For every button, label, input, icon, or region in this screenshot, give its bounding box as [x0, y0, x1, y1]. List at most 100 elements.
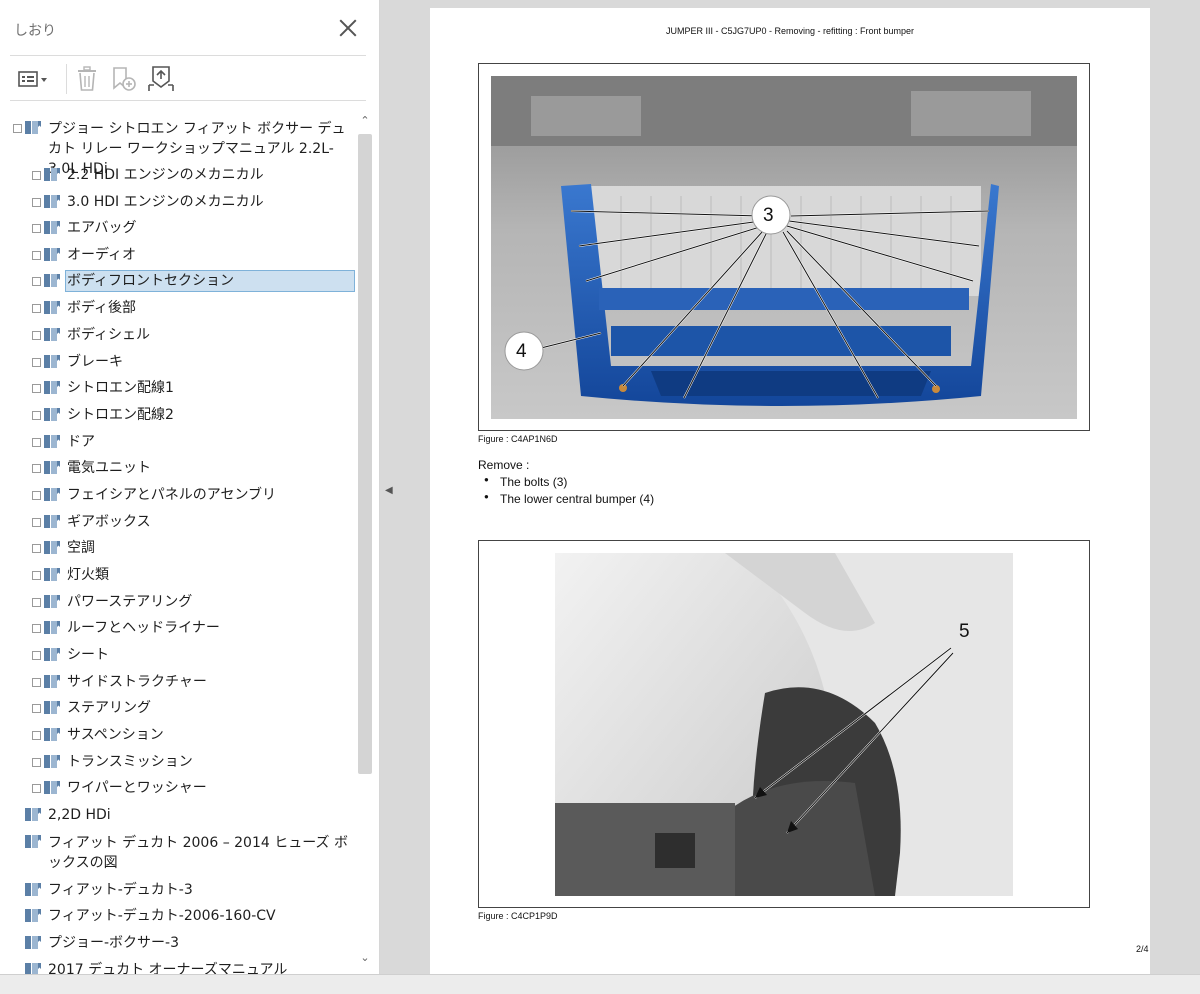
- expander-icon[interactable]: [32, 544, 41, 553]
- bookmark-label: 電気ユニット: [67, 460, 151, 476]
- expander-icon[interactable]: [32, 491, 41, 500]
- trash-icon[interactable]: [72, 62, 102, 96]
- expander-icon[interactable]: [32, 571, 41, 580]
- bookmark-icon: [24, 907, 42, 924]
- bookmark-item[interactable]: サイドストラクチャー: [10, 672, 355, 692]
- scroll-up-icon[interactable]: ⌃: [359, 115, 371, 127]
- expander-icon[interactable]: [32, 331, 41, 340]
- bookmark-item[interactable]: シトロエン配線2: [10, 405, 355, 425]
- expander-icon[interactable]: [32, 384, 41, 393]
- bookmark-item[interactable]: フェイシアとパネルのアセンブリ: [10, 485, 355, 505]
- expander-icon[interactable]: [13, 124, 22, 133]
- bookmark-item[interactable]: エアバッグ: [10, 218, 355, 238]
- expander-icon[interactable]: [32, 438, 41, 447]
- bookmark-icon: [24, 961, 42, 974]
- bookmark-label: フェイシアとパネルのアセンブリ: [67, 487, 277, 503]
- expander-icon[interactable]: [32, 784, 41, 793]
- bookmark-item[interactable]: プジョー-ボクサー-3: [10, 933, 355, 953]
- close-icon[interactable]: [336, 16, 360, 40]
- expander-icon[interactable]: [32, 704, 41, 713]
- bookmark-item[interactable]: フィアット-デュカト-3: [10, 880, 355, 900]
- bookmark-icon: [43, 673, 61, 690]
- expander-icon[interactable]: [32, 251, 41, 260]
- bookmark-icon: [43, 406, 61, 423]
- callout-4: 4: [516, 341, 527, 362]
- bookmark-label: ブレーキ: [67, 354, 123, 370]
- page-header: JUMPER III - C5JG7UP0 - Removing - refit…: [665, 26, 915, 36]
- bookmark-item[interactable]: ステアリング: [10, 698, 355, 718]
- bookmark-item[interactable]: ルーフとヘッドライナー: [10, 618, 355, 638]
- new-bookmark-icon[interactable]: [108, 62, 140, 96]
- bookmark-item[interactable]: 3.0 HDI エンジンのメカニカル: [10, 192, 355, 212]
- bookmark-item[interactable]: パワーステアリング: [10, 592, 355, 612]
- figure-2-photo: 5: [555, 553, 1013, 896]
- expander-icon[interactable]: [32, 758, 41, 767]
- bookmark-icon: [43, 566, 61, 583]
- expander-icon[interactable]: [32, 358, 41, 367]
- bookmark-item[interactable]: ギアボックス: [10, 512, 355, 532]
- bookmark-item[interactable]: フィアット デュカト 2006 – 2014 ヒューズ ボックスの図: [10, 832, 355, 874]
- bookmark-icon: [43, 779, 61, 796]
- expander-icon[interactable]: [32, 171, 41, 180]
- expander-icon[interactable]: [32, 598, 41, 607]
- bookmark-item[interactable]: シトロエン配線1: [10, 378, 355, 398]
- expander-icon[interactable]: [32, 411, 41, 420]
- bookmark-item[interactable]: ドア: [10, 432, 355, 452]
- bookmark-item[interactable]: プジョー シトロエン フィアット ボクサー デュカト リレー ワークショップマニ…: [10, 118, 355, 177]
- collapse-panel-icon[interactable]: ◀: [385, 485, 395, 497]
- bookmark-icon: [43, 486, 61, 503]
- scroll-down-icon[interactable]: ⌄: [359, 952, 371, 964]
- expander-icon[interactable]: [32, 304, 41, 313]
- scroll-thumb[interactable]: [358, 134, 372, 774]
- bookmark-icon: [43, 379, 61, 396]
- bookmark-label: サイドストラクチャー: [67, 674, 207, 690]
- bookmark-icon: [24, 119, 42, 136]
- expand-bookmark-icon[interactable]: [144, 62, 178, 96]
- expander-icon[interactable]: [32, 224, 41, 233]
- bookmark-item[interactable]: 空調: [10, 538, 355, 558]
- expander-icon[interactable]: [32, 624, 41, 633]
- document-view: ◀ JUMPER III - C5JG7UP0 - Removing - ref…: [380, 0, 1200, 974]
- bookmark-item[interactable]: ボディシェル: [10, 325, 355, 345]
- bookmark-item[interactable]: トランスミッション: [10, 752, 355, 772]
- options-menu-icon[interactable]: [14, 62, 54, 96]
- bookmark-item[interactable]: 電気ユニット: [10, 458, 355, 478]
- bookmark-scrollbar[interactable]: ⌃ ⌄: [356, 112, 374, 974]
- bookmark-icon: [43, 513, 61, 530]
- bookmark-item[interactable]: 2017 デュカト オーナーズマニュアル: [10, 960, 355, 974]
- expander-icon[interactable]: [32, 198, 41, 207]
- expander-icon[interactable]: [32, 651, 41, 660]
- bookmark-item[interactable]: サスペンション: [10, 725, 355, 745]
- bookmark-label: 2017 デュカト オーナーズマニュアル: [48, 962, 288, 974]
- bookmark-label: ボディフロントセクション: [65, 270, 355, 292]
- remove-label: Remove :: [478, 458, 530, 472]
- expander-icon[interactable]: [32, 518, 41, 527]
- bookmark-label: サスペンション: [67, 727, 164, 743]
- expander-icon[interactable]: [32, 678, 41, 687]
- expander-icon[interactable]: [32, 464, 41, 473]
- callout-3: 3: [763, 205, 774, 226]
- bookmark-item[interactable]: フィアット-デュカト-2006-160-CV: [10, 906, 355, 926]
- bookmark-label: 2,2D HDi: [48, 807, 111, 823]
- bookmark-icon: [24, 806, 42, 823]
- expander-icon[interactable]: [32, 277, 41, 286]
- bookmark-item[interactable]: ワイパーとワッシャー: [10, 778, 355, 798]
- bookmark-icon: [43, 539, 61, 556]
- bookmark-icon: [43, 246, 61, 263]
- bookmark-icon: [43, 593, 61, 610]
- bookmark-item[interactable]: ブレーキ: [10, 352, 355, 372]
- bookmark-item[interactable]: ボディ後部: [10, 298, 355, 318]
- bookmark-icon: [43, 299, 61, 316]
- callout-5: 5: [959, 621, 970, 642]
- toolbar-separator: [66, 64, 67, 94]
- bookmark-label: フィアット-デュカト-3: [48, 882, 193, 898]
- bookmark-item[interactable]: 2.2 HDI エンジンのメカニカル: [10, 165, 355, 185]
- bookmark-item[interactable]: 灯火類: [10, 565, 355, 585]
- expander-icon[interactable]: [32, 731, 41, 740]
- bookmark-label: ワイパーとワッシャー: [67, 780, 207, 796]
- bookmark-item[interactable]: 2,2D HDi: [10, 805, 355, 825]
- bookmark-item-selected[interactable]: ボディフロントセクション: [10, 270, 355, 292]
- bookmark-item[interactable]: オーディオ: [10, 245, 355, 265]
- bookmark-label: フィアット デュカト 2006 – 2014 ヒューズ ボックスの図: [48, 835, 348, 871]
- bookmark-item[interactable]: シート: [10, 645, 355, 665]
